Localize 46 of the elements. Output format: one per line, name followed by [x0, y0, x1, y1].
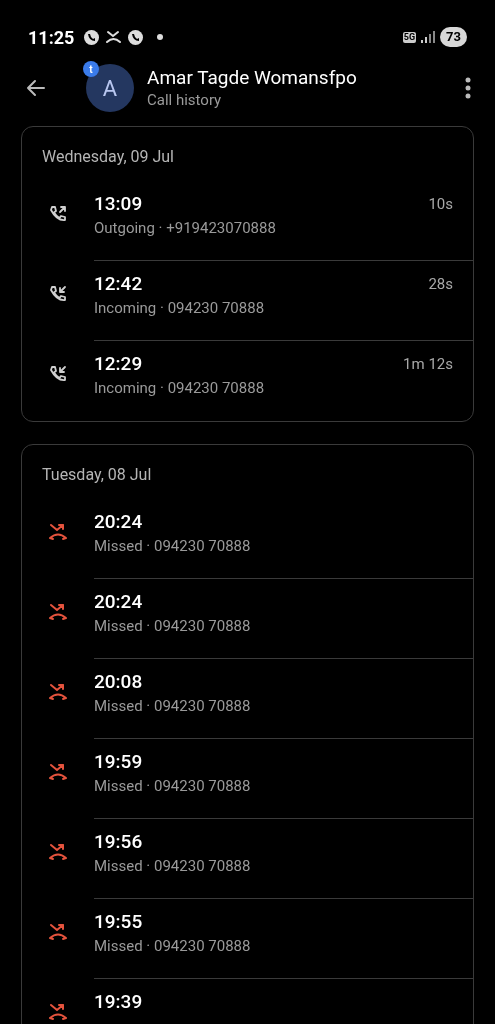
app-badge: t — [83, 61, 99, 77]
battery-level: 73 — [440, 27, 467, 47]
missed-call-icon — [48, 762, 68, 782]
date-heading: Wednesday, 09 Jul — [42, 147, 174, 166]
signal-icon — [421, 31, 436, 43]
network-type: 5G — [402, 31, 417, 43]
notification-icon — [127, 28, 145, 46]
incoming-call-icon — [48, 284, 68, 304]
incoming-call-icon — [48, 364, 68, 384]
call-duration: 1m 12s — [403, 354, 453, 375]
call-detail: Outgoing · +919423070888 — [94, 218, 276, 239]
call-detail: Incoming · 094230 70888 — [94, 298, 265, 319]
missed-call-icon — [48, 842, 68, 862]
call-time: 20:24 — [94, 509, 144, 535]
call-time: 13:09 — [94, 191, 144, 217]
call-time: 19:55 — [94, 909, 144, 935]
dot-icon — [157, 34, 164, 40]
call-detail: Incoming · 094230 70888 — [94, 378, 265, 399]
notification-icon — [83, 28, 101, 46]
header-subtitle: Call history — [147, 90, 223, 110]
call-time: 12:29 — [94, 351, 144, 377]
call-duration: 28s — [428, 274, 453, 295]
contact-name: Amar Tagde Womansfpo — [147, 66, 358, 90]
missed-call-icon — [48, 522, 68, 542]
call-time: 20:08 — [94, 669, 144, 695]
more-options-icon[interactable] — [465, 77, 471, 99]
clock: 11:25 — [28, 25, 75, 50]
call-detail: Missed · 094230 70888 — [94, 936, 251, 957]
missed-call-icon — [48, 1002, 68, 1022]
missed-call-icon — [48, 602, 68, 622]
call-detail: Missed · 094230 70888 — [94, 856, 251, 877]
outgoing-call-icon — [48, 204, 68, 224]
missed-call-icon — [105, 28, 123, 46]
call-detail: Missed · 094230 70888 — [94, 696, 251, 717]
missed-call-icon — [48, 922, 68, 942]
call-time: 19:59 — [94, 749, 144, 775]
call-detail: Missed · 094230 70888 — [94, 616, 251, 637]
missed-call-icon — [48, 682, 68, 702]
call-time: 19:39 — [94, 989, 143, 1015]
call-duration: 10s — [428, 194, 453, 215]
call-detail: Missed · 094230 70888 — [94, 776, 251, 797]
date-heading: Tuesday, 08 Jul — [42, 465, 152, 484]
call-time: 19:56 — [94, 829, 144, 855]
call-time: 20:24 — [94, 589, 144, 615]
call-detail: Missed · 094230 70888 — [94, 536, 251, 557]
call-time: 12:42 — [94, 271, 144, 297]
